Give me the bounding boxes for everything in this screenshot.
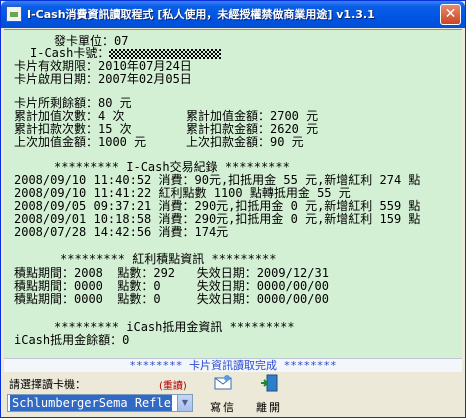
bonus-header: ********* 紅利積點資訊 ********* xyxy=(60,252,277,266)
expiry-line: 卡片有效期限：2010年07月24日 xyxy=(14,59,192,73)
credit-header: ********* iCash抵用金資訊 ********* xyxy=(54,320,295,334)
reread-link[interactable]: (重讀) xyxy=(159,377,187,392)
card-reader-select[interactable]: SchlumbergerSema Reflex 2 ▼ xyxy=(7,394,193,412)
bonus-row: 積點期間：0000 點數：0 失效日期：0000/00/00 xyxy=(14,292,329,306)
exit-label: 離開 xyxy=(256,401,282,414)
window-title: I-Cash消費資訊讀取程式 [私人使用，未經授權禁做商業用途] v1.3.1 xyxy=(27,8,375,21)
bonus-row: 積點期間：0000 點數：0 失效日期：0000/00/00 xyxy=(14,279,329,293)
exit-button[interactable]: 離開 xyxy=(250,372,288,416)
app-window: I-Cash消費資訊讀取程式 [私人使用，未經授權禁做商業用途] v1.3.1 … xyxy=(0,0,466,418)
transaction-row: 2008/07/28 14:42:56 消費：174元 xyxy=(14,225,229,239)
title-bar[interactable]: I-Cash消費資訊讀取程式 [私人使用，未經授權禁做商業用途] v1.3.1 … xyxy=(1,1,465,28)
activation-line: 卡片啟用日期：2007年02月05日 xyxy=(14,72,192,86)
write-mail-label: 寫信 xyxy=(210,401,236,414)
transactions-header: ********* I-Cash交易紀錄 ********* xyxy=(54,160,290,174)
dropdown-arrow-icon[interactable]: ▼ xyxy=(177,395,192,411)
exit-door-icon xyxy=(261,374,278,392)
mail-icon xyxy=(214,375,232,390)
transaction-row: 2008/09/10 11:41:22 紅利點數 1100 點轉抵用金 55 元 xyxy=(14,186,351,200)
debit-count: 累計扣款次數：15 次 xyxy=(14,122,132,136)
card-info-panel: 發卡單位：07 I-Cash卡號： 卡片有效期限：2010年07月24日 卡片啟… xyxy=(4,29,462,358)
close-button[interactable]: ✕ xyxy=(440,4,461,25)
bonus-row: 積點期間：2008 點數：292 失效日期：2009/12/31 xyxy=(14,266,329,280)
topup-total: 累計加值金額：2700 元 xyxy=(186,109,319,123)
selected-reader: SchlumbergerSema Reflex 2 xyxy=(10,395,172,411)
app-icon xyxy=(6,6,22,22)
last-debit: 上次扣款金額：90 元 xyxy=(186,135,304,149)
card-number-label: I-Cash卡號： xyxy=(30,46,110,60)
last-topup: 上次加值金額：1000 元 xyxy=(14,135,147,149)
card-number-line: I-Cash卡號： xyxy=(30,46,222,60)
balance-line: 卡片所剩餘額：80 元 xyxy=(14,96,132,110)
bottom-toolbar: 請選擇讀卡機： (重讀) SchlumbergerSema Reflex 2 ▼… xyxy=(4,372,462,416)
topup-count: 累計加值次數：4 次 xyxy=(14,109,125,123)
transaction-row: 2008/09/01 10:18:58 消費：290元,扣抵用金 0 元,新增紅… xyxy=(14,212,421,226)
transaction-row: 2008/09/10 11:40:52 消費：90元,扣抵用金 55 元,新增紅… xyxy=(14,173,421,187)
status-bar: ******** 卡片資訊讀取完成 ******** xyxy=(4,358,462,372)
credit-balance: iCash抵用金餘額：0 xyxy=(14,333,130,347)
masked-card-number xyxy=(109,48,222,59)
reader-select-label: 請選擇讀卡機： xyxy=(9,378,86,391)
debit-total: 累計扣款金額：2620 元 xyxy=(186,122,319,136)
transaction-row: 2008/09/05 09:37:21 消費：290元,扣抵用金 0 元,新增紅… xyxy=(14,199,421,213)
write-mail-button[interactable]: 寫信 xyxy=(204,372,242,416)
